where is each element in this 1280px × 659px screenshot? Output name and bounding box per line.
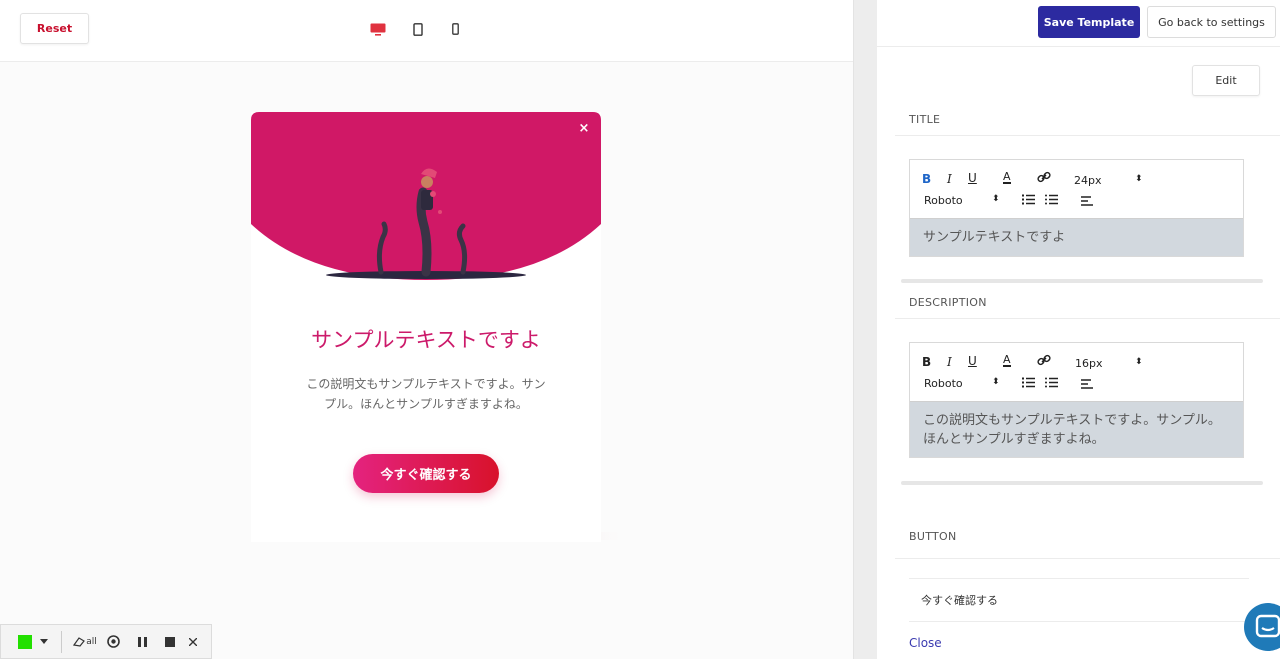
popup-card: × サンプルテキストですよ この説明文もサンプルテキストですよ。サンプル。ほんと… [251, 112, 601, 542]
close-icon[interactable] [184, 624, 202, 659]
description-editor-toolbar: B I U A 16px ⬍ Roboto ⬍ [910, 343, 1243, 401]
title-editor-toolbar: B I U A 24px ⬍ Roboto ⬍ [910, 160, 1243, 218]
title-editor-content[interactable]: サンプルテキストですよ [910, 218, 1243, 256]
reset-button[interactable]: Reset [20, 13, 89, 44]
settings-panel: Save Template Go back to settings Edit T… [877, 0, 1280, 659]
ordered-list-icon[interactable] [1022, 194, 1035, 208]
title-section-label: TITLE [909, 113, 941, 126]
text-color-icon[interactable]: A [1003, 171, 1011, 184]
font-size-select[interactable]: 24px [1074, 174, 1102, 187]
back-to-settings-button[interactable]: Go back to settings [1147, 6, 1276, 38]
bullet-list-icon[interactable] [1045, 194, 1058, 208]
popup-close-icon[interactable]: × [577, 122, 591, 136]
recorder-toolbar: all [0, 624, 212, 659]
pause-icon[interactable] [128, 624, 156, 659]
save-template-button[interactable]: Save Template [1038, 6, 1140, 38]
text-color-icon[interactable]: A [1003, 354, 1011, 367]
popup-hero-illustration [251, 112, 601, 282]
description-editor-content[interactable]: この説明文もサンプルテキストですよ。サンプル。ほんとサンプルすぎますよね。 [910, 401, 1243, 457]
section-rule [895, 135, 1280, 136]
section-rule [895, 318, 1280, 319]
font-size-select[interactable]: 16px [1075, 357, 1103, 370]
italic-icon[interactable]: I [947, 355, 952, 369]
section-rule [895, 558, 1280, 559]
edit-button[interactable]: Edit [1192, 65, 1260, 96]
font-family-select[interactable]: Roboto [924, 377, 963, 390]
font-family-select[interactable]: Roboto [924, 194, 963, 207]
bold-icon[interactable]: B [922, 355, 931, 369]
description-section-label: DESCRIPTION [909, 296, 987, 309]
align-left-icon[interactable] [1081, 378, 1093, 392]
font-size-select-arrow-icon[interactable]: ⬍ [1135, 174, 1143, 184]
underline-icon[interactable]: U [968, 171, 977, 185]
preview-area: Reset × サンプルテキストですよ この説明文もサンプルテキストですよ。サン… [0, 0, 853, 659]
link-icon[interactable] [1037, 171, 1051, 186]
font-size-select-arrow-icon[interactable]: ⬍ [1135, 357, 1143, 367]
popup-description: この説明文もサンプルテキストですよ。サンプル。ほんとサンプルすぎますよね。 [306, 377, 546, 411]
popup-cta-button[interactable]: 今すぐ確認する [353, 454, 499, 493]
eraser-all-label: all [86, 636, 97, 647]
ordered-list-icon[interactable] [1022, 377, 1035, 391]
font-family-select-arrow-icon[interactable]: ⬍ [992, 194, 1000, 204]
description-editor: B I U A 16px ⬍ Roboto ⬍ この説明文もサンプルテキストです… [909, 342, 1244, 458]
link-icon[interactable] [1037, 354, 1051, 369]
target-icon[interactable] [98, 624, 128, 659]
chat-icon[interactable] [1244, 603, 1280, 651]
italic-icon[interactable]: I [947, 172, 952, 186]
tablet-icon[interactable] [412, 21, 424, 37]
bullet-list-icon[interactable] [1045, 377, 1058, 391]
mobile-icon[interactable] [450, 21, 460, 37]
preview-toolbar: Reset [0, 0, 853, 62]
font-family-select-arrow-icon[interactable]: ⬍ [992, 377, 1000, 387]
desktop-icon[interactable] [369, 21, 387, 37]
stop-icon[interactable] [156, 624, 184, 659]
title-editor: B I U A 24px ⬍ Roboto ⬍ サンプルテキストですよ [909, 159, 1244, 257]
button-section-label: BUTTON [909, 530, 957, 543]
color-swatch-icon[interactable] [13, 624, 37, 659]
close-link[interactable]: Close [909, 636, 942, 650]
chevron-down-icon[interactable] [37, 624, 51, 659]
underline-icon[interactable]: U [968, 354, 977, 368]
align-left-icon[interactable] [1081, 195, 1093, 209]
button-text-field[interactable]: 今すぐ確認する [909, 578, 1249, 622]
popup-title: サンプルテキストですよ [311, 328, 541, 352]
panel-toolbar: Save Template Go back to settings [877, 0, 1280, 47]
section-separator [901, 481, 1263, 485]
section-separator [901, 279, 1263, 283]
eraser-icon[interactable]: all [72, 624, 98, 659]
panel-divider[interactable] [853, 0, 877, 659]
recorder-divider [61, 630, 62, 653]
bold-icon[interactable]: B [922, 172, 931, 186]
